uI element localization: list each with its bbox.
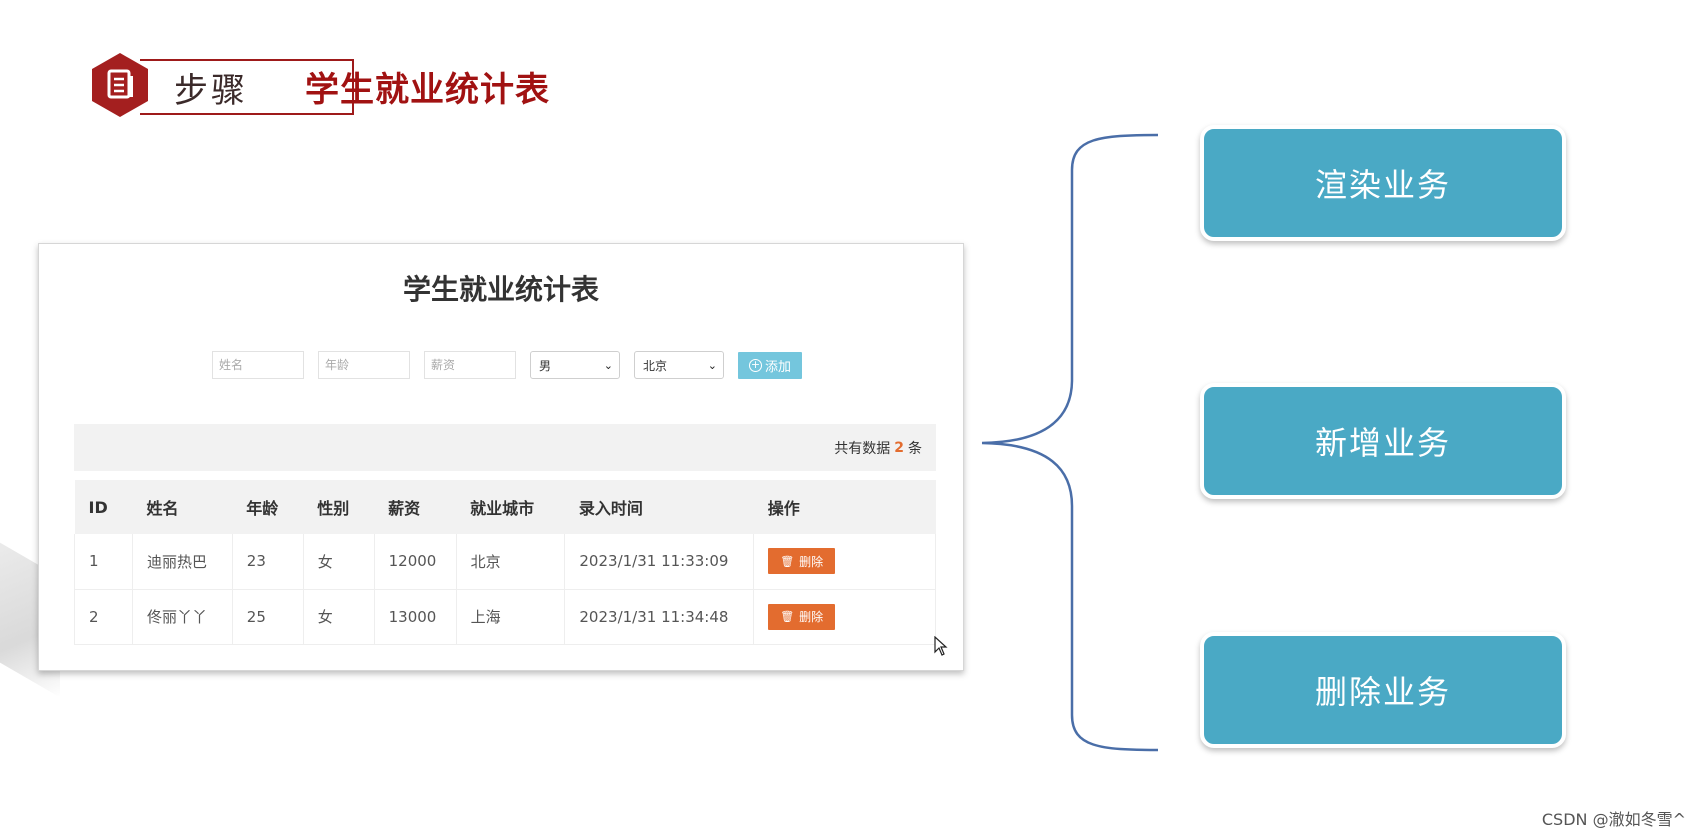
trash-icon: 🗑	[780, 610, 795, 623]
cell-time: 2023/1/31 11:34:48	[564, 589, 755, 645]
summary-suffix: 条	[908, 440, 922, 457]
delete-button-label: 删除	[799, 554, 824, 569]
city-select[interactable]: 北京 ⌄	[634, 351, 724, 379]
step-label: 步骤	[174, 70, 248, 111]
summary-bar: 共有数据 2 条	[74, 424, 936, 471]
add-button[interactable]: + 添加	[738, 351, 802, 379]
gender-select-value: 男	[539, 358, 552, 373]
app-preview-card: 学生就业统计表 男 ⌄ 北京 ⌄ + 添加 共有数据 2 条	[38, 243, 964, 671]
cell-age: 23	[232, 534, 304, 590]
summary-prefix: 共有数据	[834, 440, 891, 457]
cell-gender: 女	[303, 589, 375, 645]
header-time: 录入时间	[564, 480, 754, 534]
header-name: 姓名	[132, 480, 233, 534]
cell-age: 25	[232, 589, 304, 645]
step-header: 步骤	[90, 52, 354, 118]
summary-count: 2	[894, 439, 904, 456]
table-header-row: ID 姓名 年龄 性别 薪资 就业城市 录入时间 操作	[74, 480, 936, 534]
city-select-value: 北京	[643, 358, 668, 373]
salary-input[interactable]	[424, 351, 516, 379]
header-gender: 性别	[303, 480, 375, 534]
add-button-label: 添加	[764, 359, 791, 375]
cell-salary: 13000	[374, 589, 457, 645]
header-age: 年龄	[232, 480, 304, 534]
page-title: 学生就业统计表	[402, 273, 599, 306]
header-action: 操作	[753, 480, 936, 534]
plus-circle-icon: +	[748, 357, 762, 372]
slide-title: 学生就业统计表	[305, 70, 550, 110]
gender-select[interactable]: 男 ⌄	[530, 351, 620, 379]
business-box-render: 渲染业务	[1200, 125, 1566, 241]
header-salary: 薪资	[374, 480, 457, 534]
slide: 步骤 学生就业统计表 学生就业统计表 男 ⌄ 北京 ⌄ + 添加 共有数据	[0, 0, 1700, 837]
cell-salary: 12000	[374, 534, 457, 590]
chevron-down-icon: ⌄	[603, 358, 613, 372]
cell-action: 🗑 删除	[753, 589, 936, 645]
chevron-down-icon: ⌄	[707, 358, 717, 372]
name-input[interactable]	[212, 351, 304, 379]
table-row: 2 佟丽丫丫 25 女 13000 上海 2023/1/31 11:34:48 …	[74, 589, 936, 645]
cell-name: 迪丽热巴	[132, 534, 233, 590]
delete-button[interactable]: 🗑 删除	[768, 603, 836, 630]
cell-name: 佟丽丫丫	[132, 589, 233, 645]
delete-button[interactable]: 🗑 删除	[768, 548, 836, 575]
cell-city: 北京	[456, 534, 566, 590]
cell-id: 1	[74, 534, 133, 590]
delete-button-label: 删除	[799, 610, 824, 624]
cell-gender: 女	[303, 534, 375, 590]
header-city: 就业城市	[456, 480, 565, 534]
watermark: CSDN @澈如冬雪^	[1541, 810, 1686, 829]
header-id: ID	[74, 480, 133, 534]
trash-icon: 🗑	[780, 554, 795, 568]
curly-brace	[981, 133, 1159, 752]
age-input[interactable]	[318, 351, 410, 379]
cell-time: 2023/1/31 11:33:09	[564, 534, 755, 590]
table-row: 1 迪丽热巴 23 女 12000 北京 2023/1/31 11:33:09 …	[74, 534, 936, 590]
mouse-pointer-icon	[934, 636, 948, 656]
add-form: 男 ⌄ 北京 ⌄ + 添加	[212, 351, 802, 379]
cell-id: 2	[74, 589, 133, 645]
cell-action: 🗑 删除	[753, 534, 936, 590]
student-table: ID 姓名 年龄 性别 薪资 就业城市 录入时间 操作 1 迪丽热巴 23 女 …	[74, 480, 936, 645]
business-box-add: 新增业务	[1200, 383, 1566, 499]
business-box-delete: 删除业务	[1200, 632, 1566, 748]
cell-city: 上海	[456, 589, 566, 645]
